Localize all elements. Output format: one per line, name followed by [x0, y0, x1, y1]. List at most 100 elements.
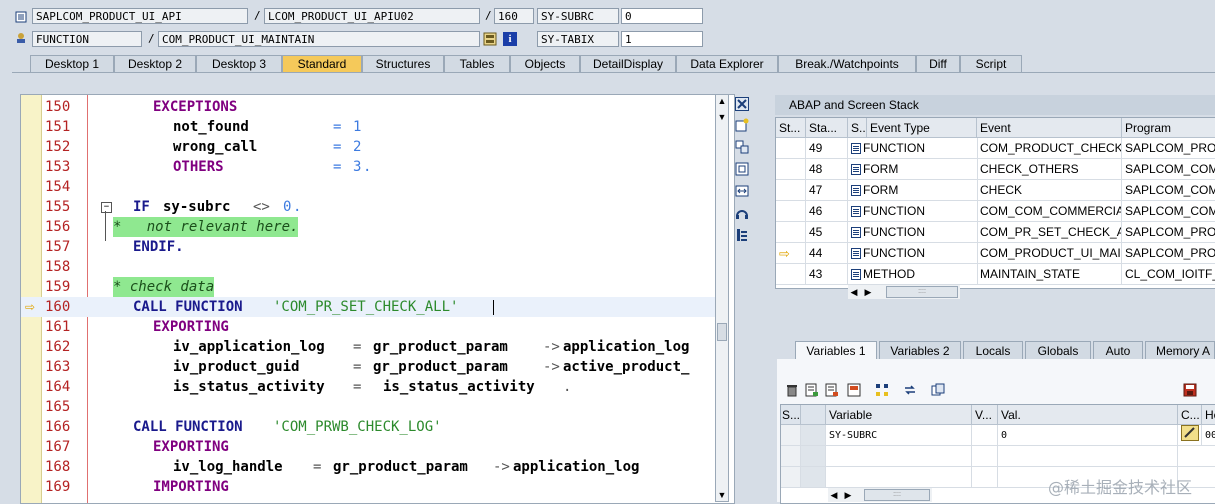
column-header[interactable]: Event — [977, 118, 1122, 138]
row-selector[interactable] — [781, 467, 801, 488]
scroll-thumb[interactable]: :::: — [864, 489, 930, 501]
copy-icon[interactable] — [930, 383, 946, 399]
scroll-up-icon[interactable]: ▲ — [716, 95, 728, 107]
column-header[interactable]: C... — [1178, 405, 1202, 425]
line-number: 156 — [45, 219, 71, 235]
import-icon[interactable] — [804, 383, 820, 399]
tree-icon[interactable] — [874, 383, 890, 399]
line-number-field[interactable]: 160 — [494, 8, 534, 24]
tab-detaildisplay[interactable]: DetailDisplay — [580, 55, 676, 72]
separator: / — [254, 9, 261, 22]
column-header[interactable]: St... — [776, 118, 806, 138]
scroll-thumb[interactable]: :::: — [886, 286, 958, 298]
tab-diff[interactable]: Diff — [916, 55, 960, 72]
line-number: 150 — [45, 99, 71, 115]
code-keyword: IMPORTING — [153, 479, 229, 495]
replace-tool-icon[interactable] — [734, 140, 750, 156]
disk-save-icon[interactable] — [1182, 383, 1198, 399]
display-object-icon[interactable] — [483, 32, 497, 46]
scroll-left-icon[interactable]: ◀ — [848, 285, 860, 299]
tab-tables[interactable]: Tables — [444, 55, 510, 72]
column-header[interactable]: V... — [972, 405, 998, 425]
event-type-field[interactable]: FUNCTION — [32, 31, 142, 47]
save-variables-icon[interactable] — [846, 383, 862, 399]
scroll-left-icon[interactable]: ◀ — [828, 488, 840, 502]
tab-desktop-1[interactable]: Desktop 1 — [30, 55, 114, 72]
column-header[interactable]: He — [1202, 405, 1215, 425]
column-header[interactable]: S... — [848, 118, 867, 138]
tab-structures[interactable]: Structures — [362, 55, 444, 72]
row-selector[interactable] — [781, 446, 801, 467]
tab-memory-analysis[interactable]: Memory A — [1145, 341, 1215, 359]
tab-variables-1[interactable]: Variables 1 — [795, 341, 877, 359]
column-header[interactable]: Program — [1122, 118, 1215, 138]
row-selector[interactable] — [801, 446, 826, 467]
scroll-thumb[interactable] — [717, 323, 727, 341]
column-header[interactable]: Variable — [826, 405, 972, 425]
include-name-field[interactable]: LCOM_PRODUCT_UI_APIU02 — [264, 8, 480, 24]
variable-name-cell[interactable] — [826, 446, 972, 467]
services-icon[interactable] — [734, 206, 750, 222]
event-cell: COM_PR_SET_CHECK_A... — [977, 222, 1122, 243]
fullscreen-icon[interactable] — [734, 162, 750, 178]
tab-data-explorer[interactable]: Data Explorer — [676, 55, 778, 72]
column-header[interactable]: Sta... — [806, 118, 848, 138]
tab-variables-2[interactable]: Variables 2 — [879, 341, 961, 359]
collapse-block-icon[interactable]: − — [101, 202, 112, 213]
sysvar-name-field[interactable]: SY-SUBRC — [537, 8, 619, 24]
change-value-icon[interactable] — [1178, 425, 1202, 446]
variables-horizontal-scrollbar[interactable]: ◀ ▶ :::: — [828, 488, 932, 502]
scroll-right-icon[interactable]: ▶ — [862, 285, 874, 299]
tab-globals[interactable]: Globals — [1025, 341, 1091, 359]
tab-desktop-2[interactable]: Desktop 2 — [114, 55, 196, 72]
event-type-cell: METHOD — [848, 264, 978, 285]
program-cell: CL_COM_IOITF_S — [1122, 264, 1215, 285]
tab-locals[interactable]: Locals — [963, 341, 1023, 359]
sysvar-name-field-2[interactable]: SY-TABIX — [537, 31, 619, 47]
code-line: 154 — [21, 177, 715, 197]
event-name-field[interactable]: COM_PRODUCT_UI_MAINTAIN — [158, 31, 480, 47]
value-cell[interactable]: 0 — [998, 425, 1178, 446]
tab-standard[interactable]: Standard — [282, 55, 362, 72]
delete-icon[interactable] — [784, 383, 800, 399]
program-name-field[interactable]: SAPLCOM_PRODUCT_UI_API — [32, 8, 248, 24]
event-cell: COM_PRODUCT_CHECK_... — [977, 138, 1122, 159]
event-cell: CHECK — [977, 180, 1122, 201]
new-tool-icon[interactable] — [734, 118, 750, 134]
close-icon[interactable] — [734, 97, 750, 113]
variable-name-cell[interactable]: SY-SUBRC — [826, 425, 972, 446]
transfer-icon[interactable] — [902, 383, 918, 399]
value-cell[interactable] — [998, 446, 1178, 467]
tab-auto[interactable]: Auto — [1093, 341, 1143, 359]
program-cell: SAPLCOM_PRODU — [1122, 243, 1215, 264]
editor-vertical-scrollbar[interactable]: ▲ ▼ ▼ — [715, 94, 729, 502]
code-number: 3 — [353, 159, 362, 175]
info-icon[interactable]: i — [503, 32, 517, 46]
column-header[interactable]: S... — [781, 405, 801, 425]
swap-icon[interactable] — [734, 184, 750, 200]
code-text: is_status_activity — [173, 379, 325, 395]
sysvar-value-field[interactable]: 0 — [621, 8, 703, 24]
scroll-down-icon[interactable]: ▼ — [716, 111, 728, 123]
variable-name-cell[interactable] — [826, 467, 972, 488]
source-code-editor[interactable]: 150 EXCEPTIONS 151 not_found = 1 152 wro… — [20, 94, 735, 504]
row-selector[interactable] — [801, 467, 826, 488]
export-icon[interactable] — [824, 383, 840, 399]
stack-cell: 48 — [806, 159, 848, 180]
code-line: 161 EXPORTING — [21, 317, 715, 337]
sysvar-value-field-2[interactable]: 1 — [621, 31, 703, 47]
column-header[interactable]: Val. — [998, 405, 1178, 425]
row-selector[interactable] — [801, 425, 826, 446]
scroll-bottom-icon[interactable]: ▼ — [716, 489, 728, 501]
tab-objects[interactable]: Objects — [510, 55, 580, 72]
stack-table[interactable]: St... Sta... S... Event Type Event Progr… — [775, 117, 1215, 289]
tab-break-watchpoints[interactable]: Break./Watchpoints — [778, 55, 916, 72]
tab-script[interactable]: Script — [960, 55, 1022, 72]
row-selector[interactable] — [781, 425, 801, 446]
code-line: 164 is_status_activity = is_status_activ… — [21, 377, 715, 397]
scroll-right-icon[interactable]: ▶ — [842, 488, 854, 502]
tab-desktop-3[interactable]: Desktop 3 — [196, 55, 282, 72]
tool-settings-icon[interactable] — [734, 228, 750, 244]
column-header[interactable]: Event Type — [867, 118, 977, 138]
stack-horizontal-scrollbar[interactable]: ◀ ▶ :::: — [848, 285, 960, 299]
